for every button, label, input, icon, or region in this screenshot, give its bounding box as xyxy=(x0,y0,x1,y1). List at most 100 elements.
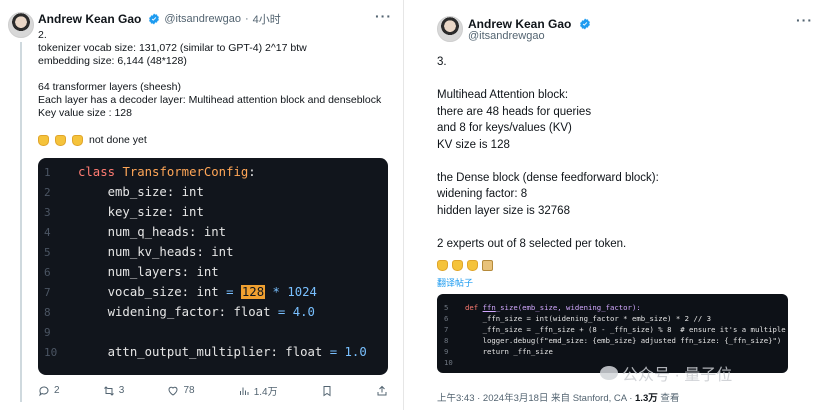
line-number: 9 xyxy=(44,326,51,339)
line-number: 6 xyxy=(44,266,51,279)
eyes-emoji-icon xyxy=(55,135,66,146)
tweet-line: Each layer has a decoder layer: Multihea… xyxy=(38,94,382,106)
tweet-line: tokenizer vocab size: 131,072 (similar t… xyxy=(38,42,307,54)
code-screenshot[interactable]: 1 2 3 4 5 6 7 8 9 10 class TransformerCo… xyxy=(38,158,388,375)
translate-link[interactable]: 翻译帖子 xyxy=(437,276,473,289)
more-horizontal-icon[interactable]: ··· xyxy=(796,12,813,28)
line-number: 10 xyxy=(44,346,58,359)
code-line: vocab_size: int = 128 * 1024 xyxy=(78,285,317,299)
author-handle[interactable]: @itsandrewgao xyxy=(468,30,545,42)
scroll-emoji-icon xyxy=(482,260,493,271)
left-tweet: Andrew Kean Gao @itsandrewgao · 4小时 ··· … xyxy=(0,0,400,410)
views-label: 查看 xyxy=(657,393,680,404)
line-number: 6 xyxy=(444,314,449,323)
retweet-count: 3 xyxy=(118,385,125,396)
author-name[interactable]: Andrew Kean Gao xyxy=(38,12,141,26)
author-avatar[interactable] xyxy=(437,16,463,42)
tweet-line: 64 transformer layers (sheesh) xyxy=(38,81,181,93)
tweet-header: Andrew Kean Gao @itsandrewgao · 4小时 xyxy=(38,11,281,27)
tweet-line: hidden layer size is 32768 xyxy=(437,204,570,217)
share-icon xyxy=(377,385,387,395)
bookmark-button[interactable] xyxy=(321,385,333,397)
code-line: num_q_heads: int xyxy=(78,225,227,239)
author-avatar[interactable] xyxy=(8,12,34,38)
thread-line xyxy=(20,42,22,402)
eyes-emoji-icon xyxy=(72,135,83,146)
views-chart-icon xyxy=(239,387,249,395)
line-number: 3 xyxy=(44,206,51,219)
code-line: _ffn_size = _ffn_size + (8 - _ffn_size) … xyxy=(465,325,788,334)
line-number: 7 xyxy=(444,325,449,334)
like-button[interactable]: 78 xyxy=(167,385,195,397)
tweet-line: KV size is 128 xyxy=(437,138,510,151)
code-line: emb_size: int xyxy=(78,185,204,199)
share-button[interactable] xyxy=(376,385,388,397)
tweet-line: 3. xyxy=(437,56,447,68)
time-separator: · xyxy=(244,13,249,25)
code-line: return _ffn_size xyxy=(465,347,553,356)
line-number: 7 xyxy=(44,286,51,299)
heart-icon xyxy=(168,386,178,396)
tweet-body: 2. tokenizer vocab size: 131,072 (simila… xyxy=(38,29,393,147)
verified-badge-icon xyxy=(579,18,590,30)
tweet-timestamp[interactable]: 上午3:43 · 2024年3月18日 来自 Stanford, CA · xyxy=(437,393,635,404)
tweet-line: the Dense block (dense feedforward block… xyxy=(437,171,659,184)
tweet-line: and 8 for keys/values (KV) xyxy=(437,122,572,134)
emoji-line: not done yet xyxy=(38,134,393,147)
line-number: 4 xyxy=(44,226,51,239)
eyes-emoji-icon xyxy=(38,135,49,146)
wechat-icon xyxy=(600,366,618,380)
eyes-emoji-icon xyxy=(437,260,448,271)
reply-icon xyxy=(39,385,49,396)
author-handle[interactable]: @itsandrewgao xyxy=(164,13,241,25)
tweet-line: 2. xyxy=(38,29,47,41)
line-number: 2 xyxy=(44,186,51,199)
eyes-emoji-icon xyxy=(452,260,463,271)
tweet-line: widening factor: 8 xyxy=(437,188,528,200)
tweet-time[interactable]: 4小时 xyxy=(253,11,281,27)
code-line: logger.debug(f"emd_size: {emb_size} adju… xyxy=(465,336,782,345)
tweet-meta: 上午3:43 · 2024年3月18日 来自 Stanford, CA · 1.… xyxy=(437,390,679,404)
code-line: widening_factor: float = 4.0 xyxy=(78,305,315,319)
tweet-actions: 2 3 78 1.4万 xyxy=(38,383,388,398)
tweet-body: 3. Multihead Attention block: there are … xyxy=(437,54,797,252)
reply-button[interactable]: 2 xyxy=(38,385,60,397)
like-count: 78 xyxy=(183,385,195,396)
code-line: class TransformerConfig: xyxy=(78,165,256,179)
reply-count: 2 xyxy=(54,385,60,396)
view-count: 1.4万 xyxy=(253,387,278,398)
view-count: 1.3万 xyxy=(635,393,658,404)
views-button[interactable]: 1.4万 xyxy=(238,383,278,398)
author-name[interactable]: Andrew Kean Gao xyxy=(468,17,571,31)
bookmark-icon xyxy=(323,385,331,396)
line-number: 1 xyxy=(44,166,51,179)
tweet-line: there are 48 heads for queries xyxy=(437,105,592,118)
panel-divider xyxy=(403,0,404,410)
line-number: 5 xyxy=(44,246,51,259)
watermark-text: 公众号 · 量子位 xyxy=(622,367,733,384)
code-line: key_size: int xyxy=(78,205,204,219)
code-line: attn_output_multiplier: float = 1.0 xyxy=(78,345,367,359)
code-line: num_kv_heads: int xyxy=(78,245,234,259)
retweet-button[interactable]: 3 xyxy=(103,385,125,397)
code-line: num_layers: int xyxy=(78,265,219,279)
verified-badge-icon xyxy=(149,13,160,25)
tweet-line: Multihead Attention block: xyxy=(437,89,569,101)
emoji-caption: not done yet xyxy=(89,134,147,146)
line-number: 9 xyxy=(444,347,449,356)
line-number: 8 xyxy=(44,306,51,319)
eyes-emoji-icon xyxy=(467,260,478,271)
more-horizontal-icon[interactable]: ··· xyxy=(375,8,392,24)
tweet-line: 2 experts out of 8 selected per token. xyxy=(437,237,627,250)
code-line: _ffn_size = int(widening_factor * emb_si… xyxy=(465,314,712,323)
tweet-line: Key value size : 128 xyxy=(38,107,132,119)
watermark: 公众号 · 量子位 xyxy=(600,361,732,385)
line-number: 8 xyxy=(444,336,449,345)
line-number: 10 xyxy=(444,358,453,367)
right-tweet: Andrew Kean Gao @itsandrewgao ··· 3. Mul… xyxy=(408,0,815,410)
emoji-line xyxy=(437,260,493,271)
tweet-line: embedding size: 6,144 (48*128) xyxy=(38,55,187,67)
code-line: def ffn_size(emb_size, widening_factor): xyxy=(465,303,641,312)
line-number: 5 xyxy=(444,303,449,312)
retweet-icon xyxy=(103,385,114,396)
